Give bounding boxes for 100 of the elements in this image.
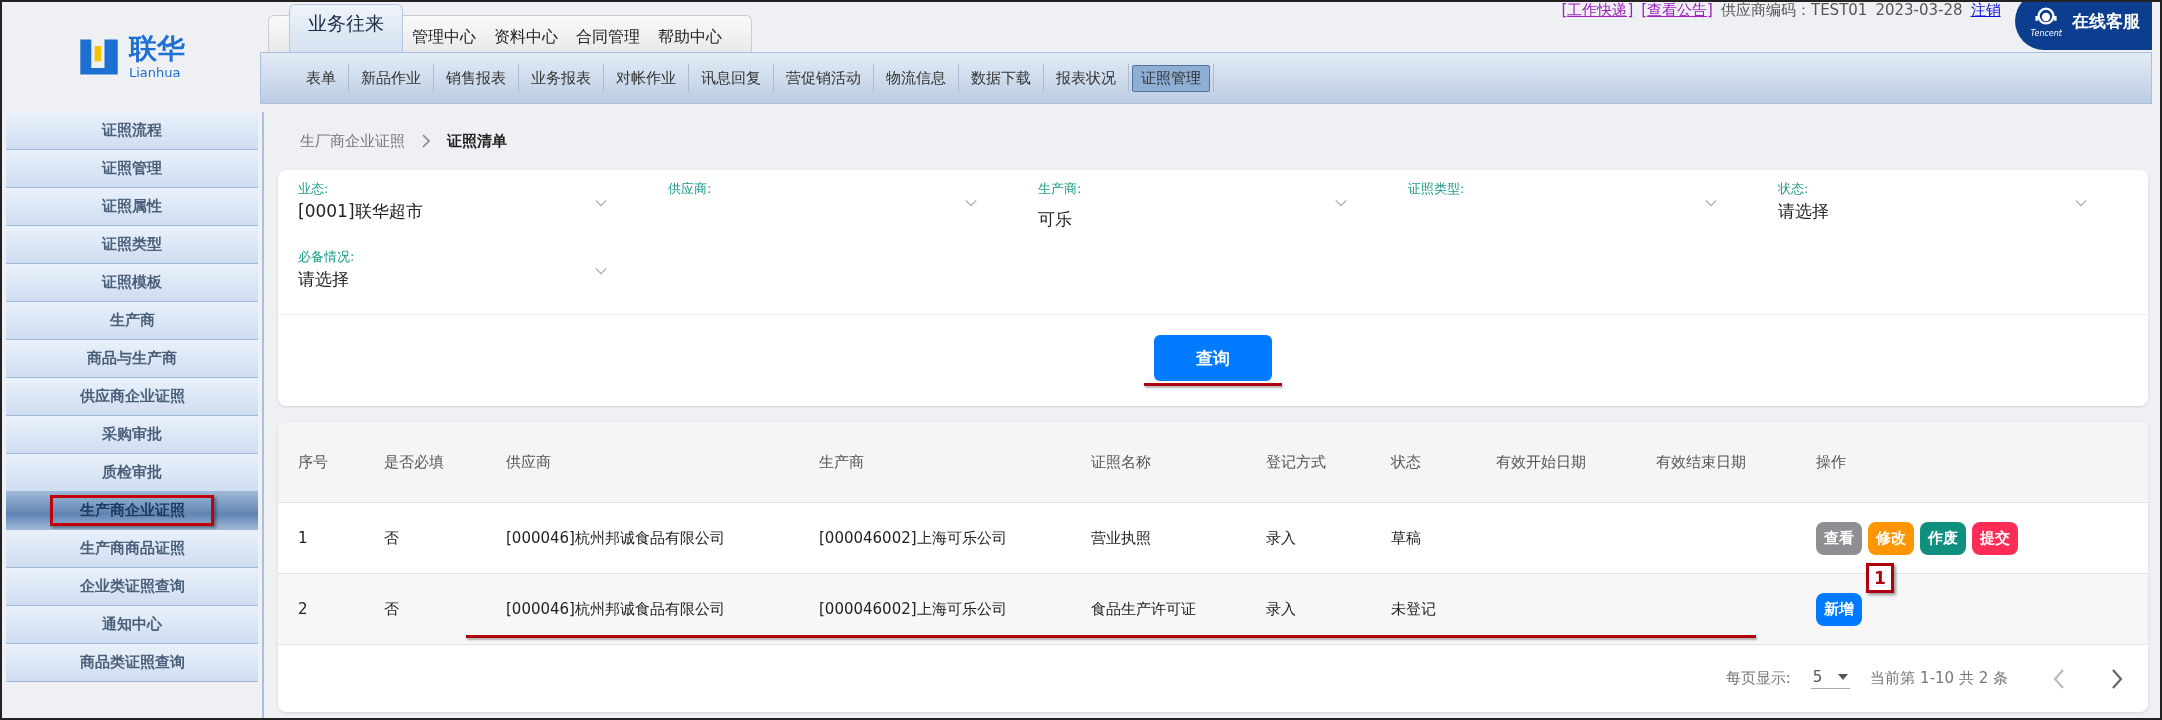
sidebar-item[interactable]: 企业类证照查询	[6, 568, 258, 606]
action-button[interactable]: 提交	[1972, 521, 2018, 555]
sub-nav-item[interactable]: 证照管理	[1132, 64, 1210, 92]
select-field[interactable]: 业态: [0001]联华超市	[298, 180, 618, 240]
field-value: [0001]联华超市	[298, 200, 423, 223]
table-cell-text: [000046]杭州邦诚食品有限公司	[506, 599, 726, 619]
table-cell-text: 否	[384, 599, 400, 619]
field-label: 证照类型:	[1408, 180, 1466, 198]
logo-latin: Lianhua	[129, 64, 182, 80]
action-button[interactable]: 新增	[1816, 592, 1862, 626]
notice-link[interactable]: [查看公告]	[1641, 2, 1713, 20]
dropdown-icon	[1838, 674, 1849, 680]
quick-link[interactable]: [工作快递]	[1561, 2, 1634, 20]
column-header: 证照名称	[1091, 452, 1152, 472]
table-cell-text: [000046]杭州邦诚食品有限公司	[506, 528, 726, 548]
chevron-down-icon	[594, 198, 608, 208]
next-page-icon[interactable]	[2110, 667, 2124, 690]
select-field[interactable]: 证照类型:	[1408, 180, 1728, 240]
field-label: 状态:	[1778, 180, 1810, 198]
main-tab[interactable]: 合同管理	[567, 27, 649, 52]
sub-nav-item[interactable]: 对帐作业	[607, 64, 685, 92]
column-header: 登记方式	[1266, 452, 1327, 472]
sub-nav-item[interactable]: 讯息回复	[692, 64, 770, 92]
sidebar-item[interactable]: 证照模板	[6, 264, 258, 302]
table-cell-text: 草稿	[1391, 528, 1422, 548]
column-header: 是否必填	[384, 452, 445, 472]
table-cell-text: 录入	[1266, 599, 1297, 619]
page-size-label: 每页显示:	[1725, 669, 1791, 688]
field-label: 供应商:	[668, 180, 713, 198]
sidebar-item[interactable]: 采购审批	[6, 416, 258, 454]
field-value: 可乐	[1038, 208, 1072, 231]
select-field[interactable]: 状态: 请选择	[1778, 180, 2098, 240]
chevron-down-icon	[594, 266, 608, 276]
sub-nav-item[interactable]: 物流信息	[877, 64, 955, 92]
select-field[interactable]: 生产商: 可乐	[1038, 180, 1358, 240]
sub-nav-item[interactable]: 新品作业	[352, 64, 430, 92]
column-header: 操作	[1816, 452, 1847, 472]
select-field[interactable]: 必备情况: 请选择	[298, 248, 618, 308]
table-cell-text: [000046002]上海可乐公司	[819, 528, 1008, 548]
table-cell-text: 否	[384, 528, 400, 548]
field-value: 请选择	[298, 268, 349, 291]
breadcrumb-link[interactable]: 生厂商企业证照	[300, 131, 405, 151]
field-label: 必备情况:	[298, 248, 356, 266]
sidebar-item[interactable]: 生产商	[6, 302, 258, 340]
column-header: 序号	[298, 452, 329, 472]
breadcrumb-current: 证照清单	[447, 131, 507, 151]
sub-nav-item[interactable]: 营促销活动	[777, 64, 870, 92]
column-header: 供应商	[506, 452, 552, 472]
sidebar-item[interactable]: 证照流程	[6, 112, 258, 150]
chevron-down-icon	[1334, 198, 1348, 208]
sidebar-item[interactable]: 证照类型	[6, 226, 258, 264]
column-header: 有效开始日期	[1496, 452, 1587, 472]
table-cell-text: 1	[298, 529, 309, 547]
main-tab[interactable]: 管理中心	[403, 27, 485, 52]
sub-nav-item[interactable]: 报表状况	[1047, 64, 1125, 92]
sidebar-item[interactable]: 生产商商品证照	[6, 530, 258, 568]
service-label: 在线客服	[2072, 9, 2140, 33]
select-field[interactable]: 供应商:	[668, 180, 988, 240]
page-size-select[interactable]: 5	[1810, 668, 1851, 689]
callout-marker: 1	[1866, 562, 1894, 593]
table-cell-text: [000046002]上海可乐公司	[819, 599, 1008, 619]
main-tab[interactable]: 业务往来	[289, 4, 403, 52]
search-button[interactable]: 查询	[1154, 335, 1272, 381]
sidebar-item[interactable]: 通知中心	[6, 606, 258, 644]
table-cell-text: 食品生产许可证	[1091, 599, 1197, 619]
chevron-right-icon	[421, 133, 431, 149]
sidebar-item[interactable]: 质检审批	[6, 454, 258, 492]
online-service-button[interactable]: Tencent 在线客服	[2014, 2, 2152, 50]
table-cell-text: 录入	[1266, 528, 1297, 548]
brand-text: Tencent	[2030, 28, 2062, 38]
sidebar-item[interactable]: 商品与生产商	[6, 340, 258, 378]
sidebar-item[interactable]: 证照属性	[6, 188, 258, 226]
sub-nav-item[interactable]: 销售报表	[437, 64, 515, 92]
column-header: 有效结束日期	[1656, 452, 1747, 472]
chevron-down-icon	[1704, 198, 1718, 208]
action-button[interactable]: 查看	[1816, 521, 1862, 555]
table-cell-text: 营业执照	[1091, 528, 1152, 548]
column-header: 生产商	[819, 452, 865, 472]
main-tab[interactable]: 帮助中心	[649, 27, 731, 52]
current-date: 2023-03-28	[1875, 2, 1963, 19]
sidebar-item[interactable]: 生产商企业证照	[6, 492, 258, 530]
supplier-code: 供应商编码：TEST01	[1720, 2, 1868, 20]
chevron-down-icon	[2074, 198, 2088, 208]
field-label: 生产商:	[1038, 180, 1083, 198]
logout-link[interactable]: 注销	[1970, 2, 2001, 20]
sub-nav-item[interactable]: 表单	[297, 64, 345, 92]
field-label: 业态:	[298, 180, 330, 198]
main-tab[interactable]: 资料中心	[485, 27, 567, 52]
chevron-down-icon	[964, 198, 978, 208]
sub-nav-item[interactable]: 业务报表	[522, 64, 600, 92]
field-value: 请选择	[1778, 200, 1829, 223]
page-summary: 当前第 1-10 共 2 条	[1870, 669, 2008, 688]
sidebar-item[interactable]: 供应商企业证照	[6, 378, 258, 416]
sub-nav-item[interactable]: 数据下载	[962, 64, 1040, 92]
table-cell-text: 2	[298, 600, 309, 618]
action-button[interactable]: 作废	[1920, 521, 1966, 555]
sidebar-item[interactable]: 证照管理	[6, 150, 258, 188]
table-cell-text: 未登记	[1391, 599, 1437, 619]
column-header: 状态	[1391, 452, 1422, 472]
sidebar-item[interactable]: 商品类证照查询	[6, 644, 258, 682]
